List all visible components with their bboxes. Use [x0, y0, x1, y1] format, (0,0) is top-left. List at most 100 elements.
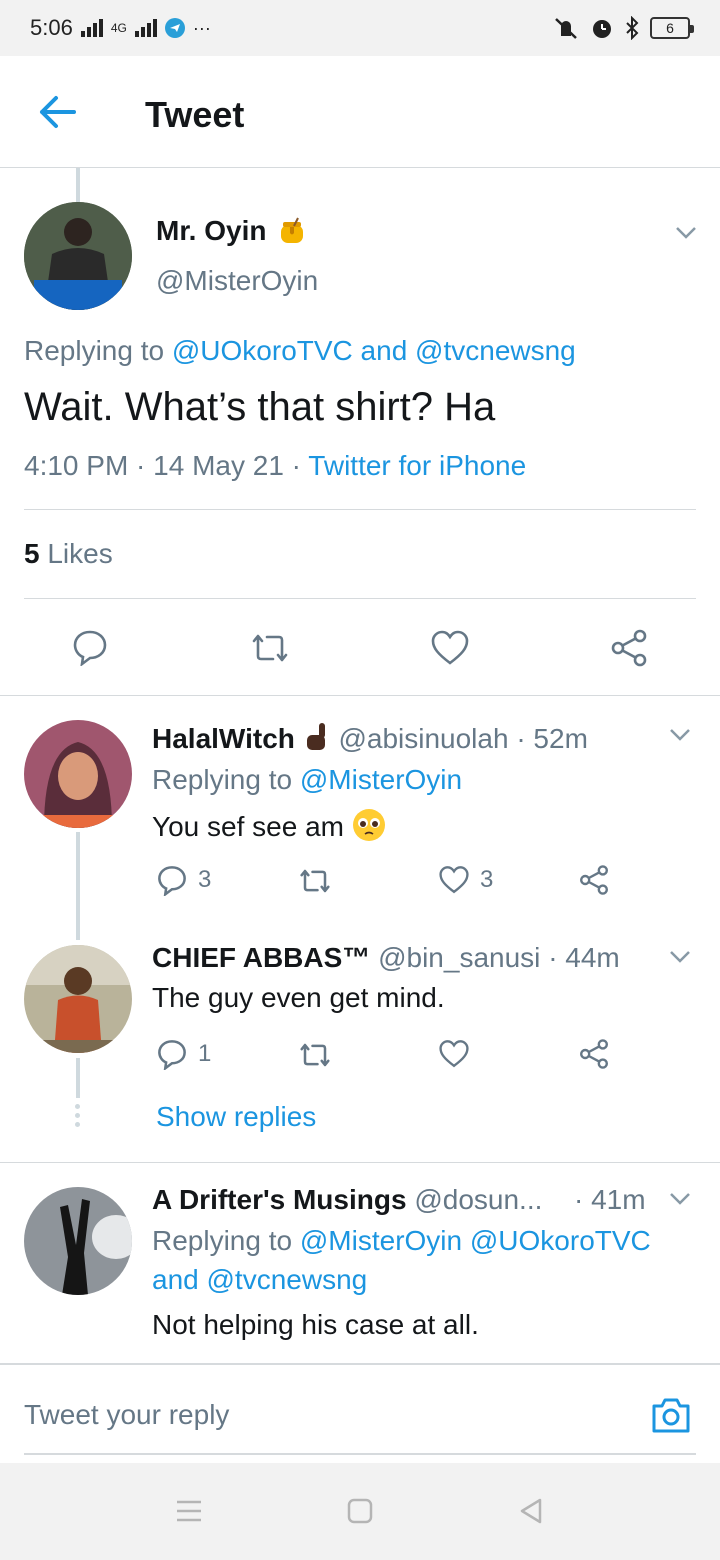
chevron-down-icon[interactable] — [674, 225, 698, 241]
pleading-face-icon — [352, 809, 385, 841]
back-icon[interactable] — [518, 1497, 544, 1525]
share-action[interactable] — [578, 1038, 610, 1070]
telegram-icon — [164, 18, 185, 38]
tweet-timestamp: 4:10 PM · 14 May 21 · — [24, 450, 302, 481]
retweet-icon[interactable] — [248, 630, 292, 666]
replying-to: Replying to @MisterOyin — [152, 764, 462, 796]
replying-to-users[interactable]: @UOkoroTVC and @tvcnewsng — [172, 335, 576, 366]
reply-age: · 41m — [574, 1184, 646, 1215]
replying-to: Replying to @MisterOyin @UOkoroTVC — [152, 1225, 651, 1257]
retweet-action[interactable] — [296, 866, 334, 896]
reply-icon[interactable] — [71, 628, 109, 666]
avatar[interactable] — [24, 1187, 132, 1295]
author-handle[interactable]: @MisterOyin — [156, 265, 318, 297]
divider — [24, 598, 696, 599]
show-replies-link[interactable]: Show replies — [156, 1101, 316, 1133]
avatar[interactable] — [24, 720, 132, 828]
likes-number: 5 — [24, 538, 40, 569]
replying-prefix: Replying to — [152, 764, 293, 795]
page-title: Tweet — [145, 94, 245, 135]
reply-text: Not helping his case at all. — [152, 1309, 479, 1340]
replying-to-users-cont[interactable]: and @tvcnewsng — [152, 1264, 367, 1296]
author-name[interactable]: Mr. Oyin — [156, 215, 308, 247]
share-icon — [580, 1039, 608, 1069]
reply-header[interactable]: A Drifter's Musings @dosun... — [152, 1184, 542, 1216]
reply-count: 3 — [198, 866, 212, 893]
thread-dots — [75, 1104, 81, 1127]
like-action[interactable] — [438, 1039, 470, 1069]
signal-icon-2 — [134, 19, 157, 37]
reply-action[interactable]: 1 — [156, 1038, 211, 1070]
retweet-action[interactable] — [296, 1040, 334, 1070]
more-notifications-icon: ··· — [192, 17, 211, 38]
reply-author-name: A Drifter's Musings — [152, 1184, 407, 1215]
reply-header[interactable]: HalalWitch @abisinuolah · 52m — [152, 722, 588, 755]
reply-icon — [158, 866, 186, 896]
reply-author-handle: @abisinuolah — [338, 723, 509, 754]
divider — [24, 509, 696, 510]
camera-icon[interactable] — [650, 1395, 692, 1435]
heart-icon — [439, 1040, 469, 1068]
thread-line — [76, 832, 80, 940]
battery-icon: 6 — [650, 17, 694, 39]
signal-icon — [80, 19, 103, 37]
divider — [0, 1162, 720, 1163]
reply-icon — [158, 1040, 186, 1070]
replying-prefix: Replying to — [24, 335, 165, 366]
reply-text-content: You sef see am — [152, 811, 344, 842]
replying-to: Replying to @UOkoroTVC and @tvcnewsng — [24, 335, 576, 367]
likes-label: Likes — [47, 538, 113, 569]
tweet-meta: 4:10 PM · 14 May 21 · Twitter for iPhone — [24, 450, 526, 482]
retweet-icon — [300, 869, 330, 893]
share-action[interactable] — [578, 864, 610, 896]
author-name-text: Mr. Oyin — [156, 215, 267, 246]
like-count: 3 — [480, 866, 494, 893]
reply-input[interactable]: Tweet your reply — [24, 1399, 229, 1431]
share-icon[interactable] — [609, 628, 649, 668]
back-arrow-icon[interactable] — [36, 94, 76, 130]
reply-age: · 52m — [516, 723, 588, 754]
avatar[interactable] — [24, 202, 132, 310]
replying-to-users[interactable]: @MisterOyin @UOkoroTVC — [300, 1225, 651, 1256]
bluetooth-icon — [626, 16, 639, 40]
status-bar: 5:06 4G ··· 6 — [0, 0, 720, 56]
heart-icon — [439, 866, 469, 894]
vibrate-icon — [555, 18, 577, 39]
reply-author-name: HalalWitch — [152, 723, 295, 754]
reply-text: You sef see am — [152, 808, 386, 843]
reply-action[interactable]: 3 — [156, 864, 211, 896]
share-icon — [580, 865, 608, 895]
avatar[interactable] — [24, 945, 132, 1053]
chevron-down-icon[interactable] — [668, 1191, 692, 1207]
input-underline — [24, 1453, 696, 1455]
pointing-finger-icon — [306, 723, 325, 750]
tweet-text: Wait. What’s that shirt? Ha — [24, 385, 496, 429]
app-header: Tweet — [0, 56, 720, 168]
honey-pot-icon — [281, 217, 304, 243]
chevron-down-icon[interactable] — [668, 727, 692, 743]
reply-text: The guy even get mind. — [152, 982, 445, 1013]
reply-author-handle: @dosun... — [414, 1184, 543, 1215]
divider — [0, 695, 720, 696]
likes-count[interactable]: 5 Likes — [24, 538, 113, 570]
home-icon[interactable] — [347, 1498, 373, 1524]
reply-age: · 44m — [548, 942, 620, 973]
status-time: 5:06 — [30, 15, 73, 40]
thread-line — [76, 168, 80, 202]
system-nav-bar — [0, 1463, 720, 1560]
network-type: 4G — [110, 21, 127, 35]
reply-header[interactable]: CHIEF ABBAS™ @bin_sanusi · 44m — [152, 942, 620, 974]
tweet-source[interactable]: Twitter for iPhone — [308, 450, 526, 481]
reply-author-handle: @bin_sanusi — [378, 942, 541, 973]
reply-composer: Tweet your reply — [0, 1363, 720, 1463]
battery-level: 6 — [666, 20, 674, 36]
retweet-icon — [300, 1043, 330, 1067]
menu-icon[interactable] — [175, 1499, 203, 1523]
chevron-down-icon[interactable] — [668, 949, 692, 965]
replying-to-users[interactable]: @MisterOyin — [300, 764, 462, 795]
reply-count: 1 — [198, 1040, 212, 1067]
like-action[interactable]: 3 — [438, 865, 493, 895]
heart-icon[interactable] — [430, 629, 470, 667]
reply-author-name: CHIEF ABBAS™ — [152, 942, 371, 973]
alarm-icon — [593, 20, 611, 38]
